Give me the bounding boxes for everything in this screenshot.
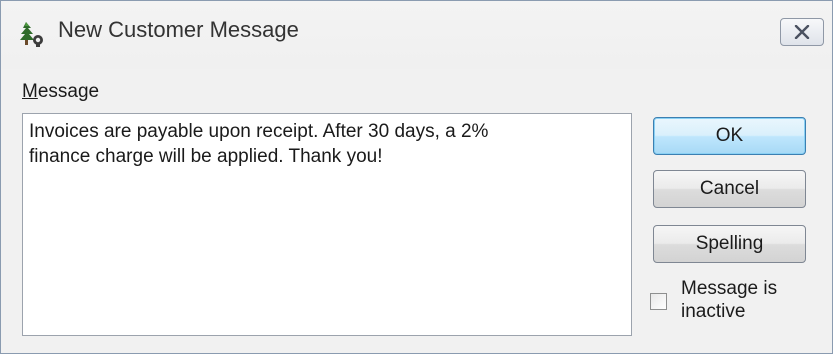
message-label-rest: essage: [37, 81, 100, 102]
title-bar[interactable]: New Customer Message: [1, 1, 832, 69]
spelling-button[interactable]: Spelling: [653, 225, 806, 263]
close-button[interactable]: [780, 18, 824, 46]
ok-button[interactable]: OK: [653, 117, 806, 155]
quickbooks-tree-icon: [16, 19, 46, 49]
new-customer-message-dialog: New Customer Message Message Invoices ar…: [0, 0, 833, 354]
message-label: Message: [22, 81, 99, 103]
message-inactive-label[interactable]: Message is inactive: [681, 277, 821, 323]
window-title: New Customer Message: [58, 17, 299, 42]
cancel-button[interactable]: Cancel: [653, 170, 806, 208]
spelling-label-pre: Spellin: [695, 233, 753, 254]
message-textarea[interactable]: Invoices are payable upon receipt. After…: [22, 113, 632, 336]
message-inactive-checkbox[interactable]: [650, 293, 667, 310]
spelling-label-mnemonic: g: [752, 233, 764, 254]
message-label-mnemonic: M: [22, 81, 38, 102]
